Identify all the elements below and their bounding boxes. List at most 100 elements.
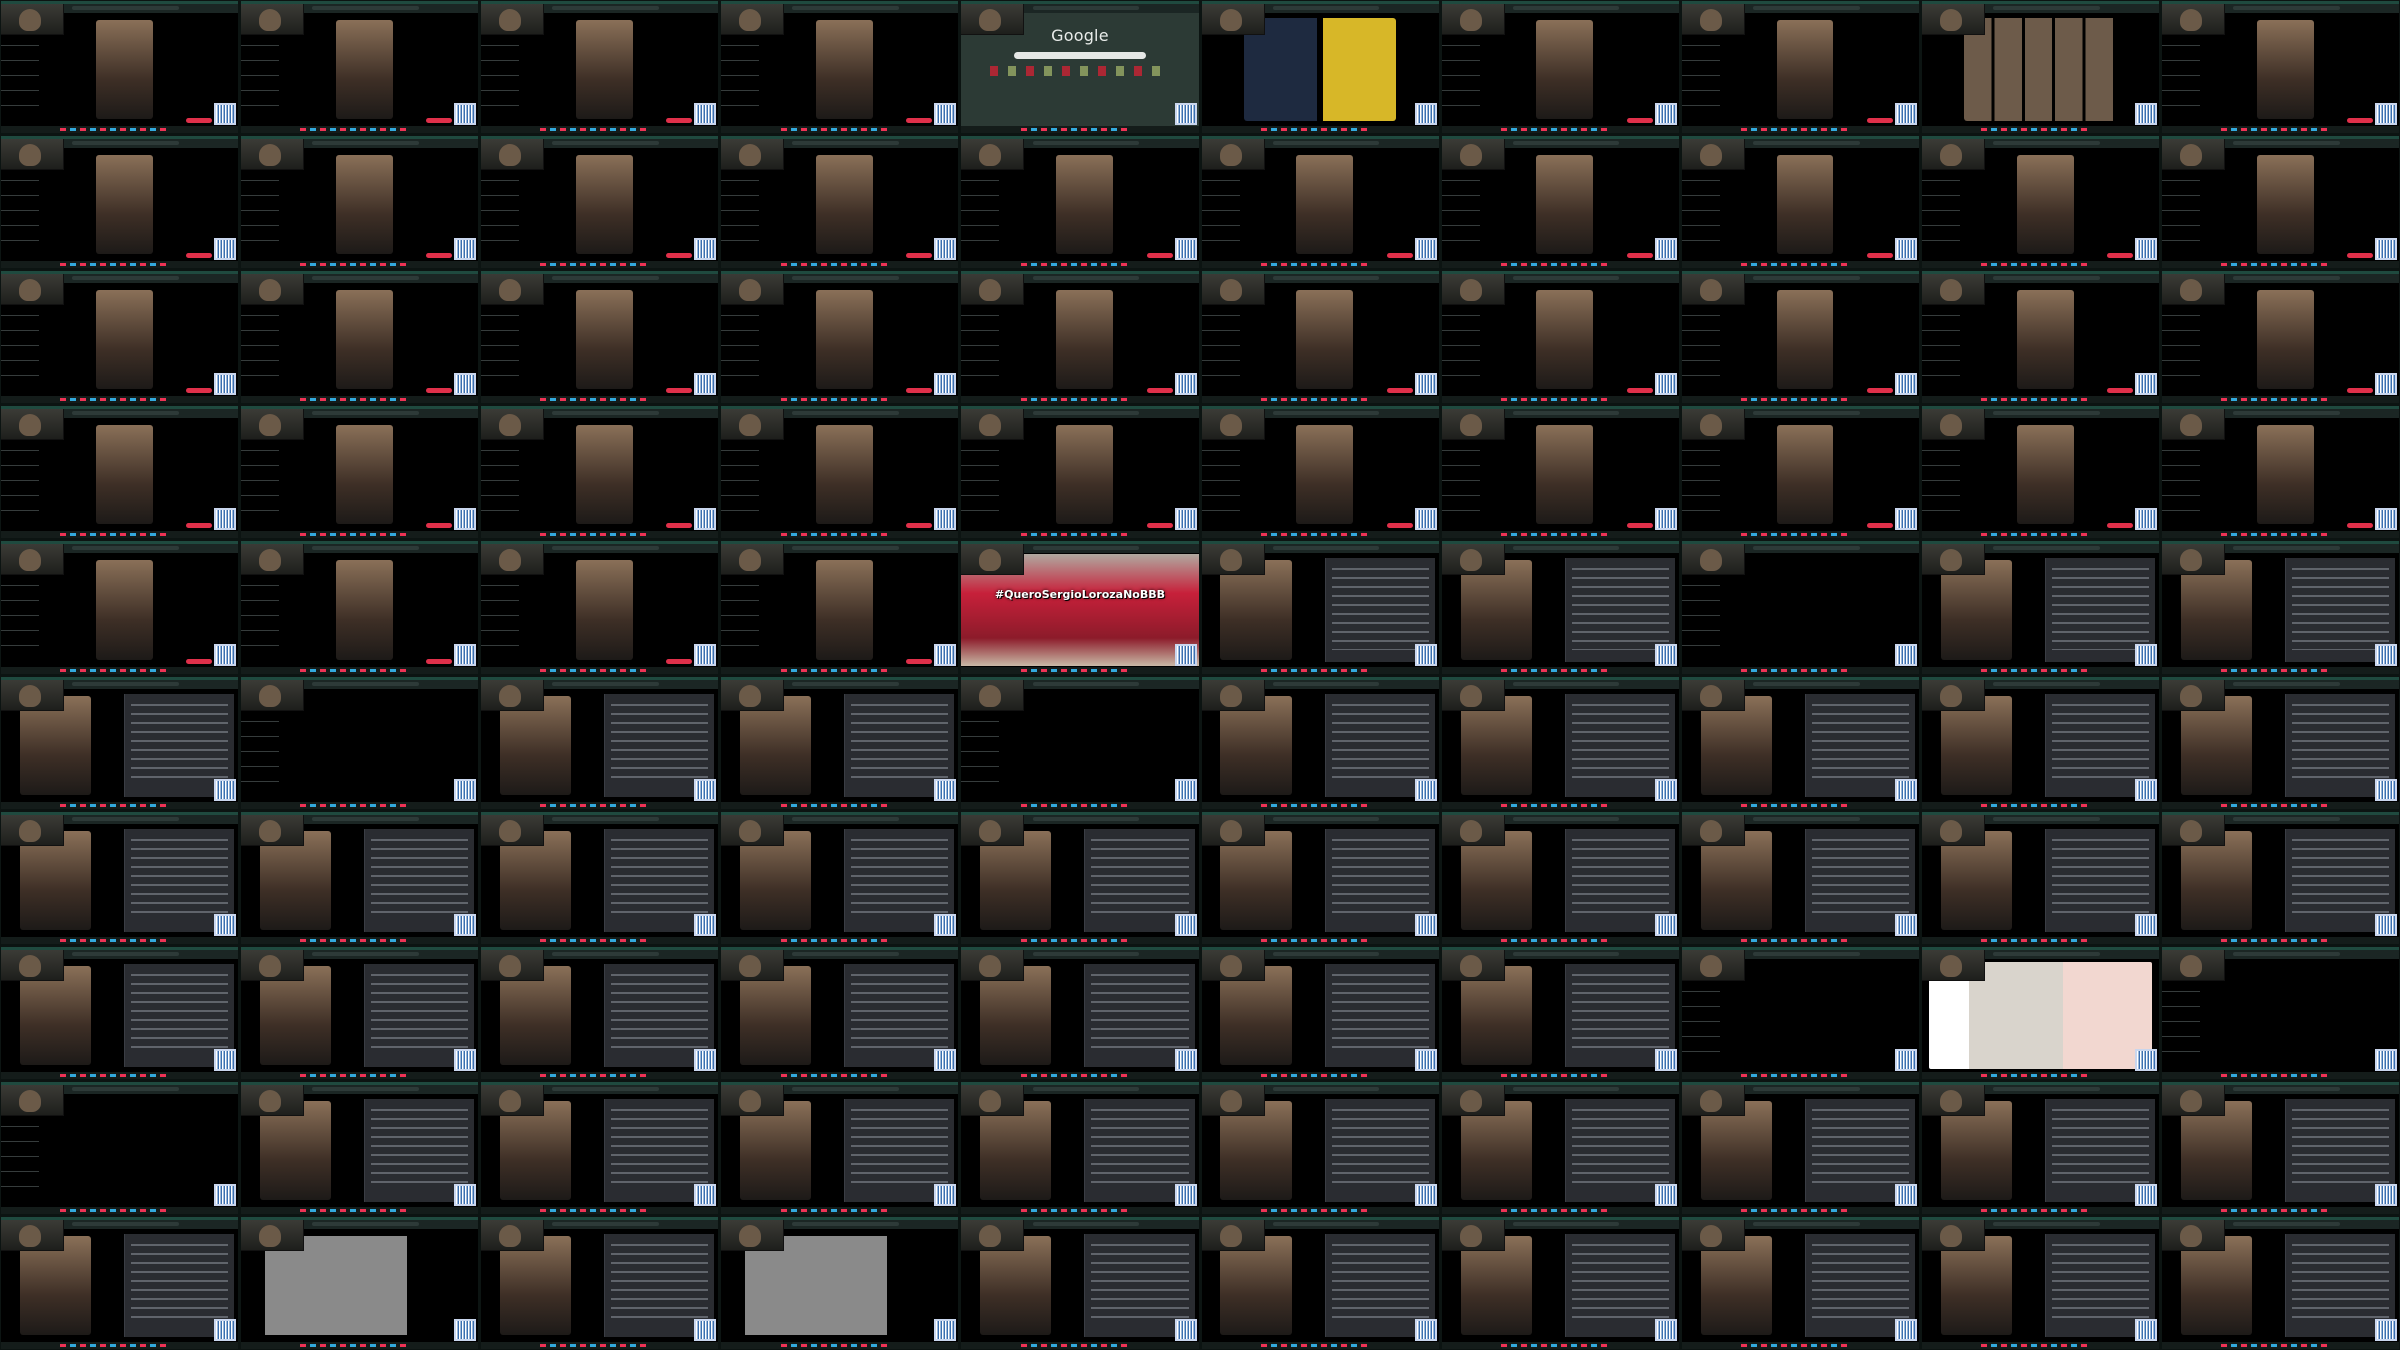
video-frame[interactable] — [576, 425, 633, 525]
thumbnail-tile[interactable] — [481, 676, 719, 809]
thumbnail-tile[interactable] — [241, 946, 479, 1079]
video-frame[interactable] — [2016, 290, 2074, 390]
thumbnail-tile[interactable] — [1921, 406, 2159, 539]
thumbnail-tile[interactable] — [1441, 271, 1679, 404]
thumbnail-tile[interactable] — [1201, 811, 1439, 944]
thumbnail-tile[interactable] — [1681, 136, 1919, 269]
thumbnail-tile[interactable] — [1, 811, 239, 944]
thumbnail-tile[interactable] — [1681, 811, 1919, 944]
thumbnail-tile[interactable] — [1921, 1, 2159, 134]
thumbnail-tile[interactable] — [1441, 811, 1679, 944]
thumbnail-tile[interactable] — [1921, 136, 2159, 269]
video-frame[interactable] — [95, 425, 153, 525]
thumbnail-tile[interactable] — [2161, 406, 2399, 539]
video-frame[interactable] — [1536, 425, 1594, 525]
thumbnail-tile[interactable] — [961, 271, 1199, 404]
thumbnail-tile[interactable] — [961, 811, 1199, 944]
video-frame[interactable] — [1776, 290, 1834, 390]
thumbnail-tile[interactable] — [1201, 406, 1439, 539]
thumbnail-tile[interactable] — [961, 136, 1199, 269]
video-frame[interactable] — [576, 290, 633, 390]
thumbnail-tile[interactable] — [2161, 1216, 2399, 1349]
thumbnail-tile[interactable] — [1, 676, 239, 809]
thumbnail-tile[interactable] — [1, 136, 239, 269]
thumbnail-tile[interactable] — [1681, 1081, 1919, 1214]
thumbnail-tile[interactable] — [1, 1081, 239, 1214]
video-frame[interactable] — [2256, 290, 2314, 390]
video-frame[interactable] — [95, 155, 153, 255]
video-frame[interactable] — [95, 290, 153, 390]
thumbnail-tile[interactable] — [721, 1081, 959, 1214]
video-frame[interactable] — [576, 155, 633, 255]
thumbnail-tile[interactable] — [1441, 136, 1679, 269]
thumbnail-tile[interactable] — [1441, 1, 1679, 134]
thumbnail-tile[interactable] — [2161, 271, 2399, 404]
thumbnail-tile[interactable] — [1, 1, 239, 134]
video-frame[interactable] — [95, 560, 153, 660]
thumbnail-tile[interactable]: Google — [961, 1, 1199, 134]
thumbnail-tile[interactable] — [1921, 676, 2159, 809]
thumbnail-tile[interactable] — [1201, 541, 1439, 674]
video-frame[interactable] — [1056, 425, 1114, 525]
google-search-input[interactable] — [1013, 52, 1147, 59]
thumbnail-tile[interactable] — [721, 271, 959, 404]
thumbnail-tile[interactable] — [1, 946, 239, 1079]
thumbnail-tile[interactable] — [241, 271, 479, 404]
video-frame[interactable] — [1056, 155, 1114, 255]
video-frame[interactable] — [816, 290, 874, 390]
thumbnail-tile[interactable] — [481, 136, 719, 269]
thumbnail-tile[interactable] — [2161, 136, 2399, 269]
thumbnail-tile[interactable] — [721, 811, 959, 944]
thumbnail-tile[interactable] — [1921, 271, 2159, 404]
video-frame[interactable] — [2256, 20, 2314, 120]
thumbnail-tile[interactable] — [241, 1, 479, 134]
thumbnail-tile[interactable] — [481, 1, 719, 134]
video-frame[interactable] — [335, 20, 393, 120]
thumbnail-tile[interactable] — [1, 406, 239, 539]
thumbnail-tile[interactable] — [481, 406, 719, 539]
video-frame[interactable] — [1536, 20, 1594, 120]
thumbnail-tile[interactable] — [241, 406, 479, 539]
video-frame[interactable] — [2256, 155, 2314, 255]
video-frame[interactable] — [335, 425, 393, 525]
thumbnail-tile[interactable] — [241, 541, 479, 674]
thumbnail-tile[interactable] — [481, 1081, 719, 1214]
thumbnail-tile[interactable] — [481, 541, 719, 674]
thumbnail-tile[interactable] — [1681, 946, 1919, 1079]
thumbnail-tile[interactable] — [721, 676, 959, 809]
thumbnail-tile[interactable] — [721, 136, 959, 269]
thumbnail-tile[interactable] — [721, 406, 959, 539]
video-frame[interactable] — [1056, 290, 1114, 390]
thumbnail-tile[interactable] — [961, 946, 1199, 1079]
thumbnail-tile[interactable]: #QueroSergioLorozaNoBBB — [961, 541, 1199, 674]
thumbnail-tile[interactable] — [1441, 406, 1679, 539]
video-frame[interactable] — [816, 155, 874, 255]
thumbnail-tile[interactable] — [1, 1216, 239, 1349]
thumbnail-tile[interactable] — [721, 1216, 959, 1349]
video-frame[interactable] — [1776, 20, 1834, 120]
thumbnail-tile[interactable] — [961, 676, 1199, 809]
video-frame[interactable] — [576, 560, 633, 660]
thumbnail-tile[interactable] — [1201, 946, 1439, 1079]
video-frame[interactable] — [576, 20, 633, 120]
thumbnail-tile[interactable] — [961, 1081, 1199, 1214]
thumbnail-tile[interactable] — [1201, 136, 1439, 269]
video-frame[interactable] — [335, 290, 393, 390]
video-frame[interactable] — [1296, 425, 1354, 525]
thumbnail-tile[interactable] — [1921, 811, 2159, 944]
thumbnail-tile[interactable] — [2161, 541, 2399, 674]
thumbnail-tile[interactable] — [1681, 541, 1919, 674]
thumbnail-tile[interactable] — [481, 1216, 719, 1349]
thumbnail-tile[interactable] — [1681, 1216, 1919, 1349]
thumbnail-tile[interactable] — [1441, 541, 1679, 674]
thumbnail-tile[interactable] — [1681, 271, 1919, 404]
video-frame[interactable] — [95, 20, 153, 120]
thumbnail-tile[interactable] — [1921, 1081, 2159, 1214]
thumbnail-tile[interactable] — [241, 136, 479, 269]
video-frame[interactable] — [1536, 155, 1594, 255]
thumbnail-tile[interactable] — [1441, 1081, 1679, 1214]
thumbnail-tile[interactable] — [721, 1, 959, 134]
video-frame[interactable] — [2016, 155, 2074, 255]
thumbnail-tile[interactable] — [241, 1216, 479, 1349]
thumbnail-tile[interactable] — [1, 541, 239, 674]
